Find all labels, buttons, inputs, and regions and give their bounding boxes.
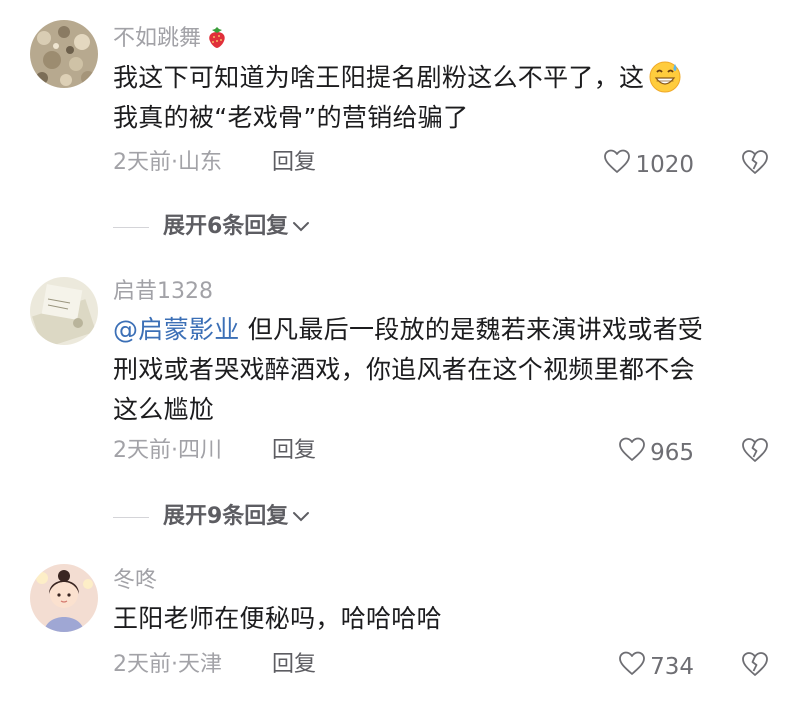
like-count: 965 [650,440,694,466]
dislike-button[interactable] [740,436,770,466]
expand-label: 展开9条回复 [163,504,289,529]
comment-date-location: 2天前·四川 [113,438,222,463]
like-button[interactable]: 734 [618,650,694,684]
like-count: 1020 [635,152,694,178]
broken-heart-icon [742,652,768,676]
comment-text: @启蒙影业 但凡最后一段放的是魏若来演讲戏或者受 刑戏或者哭戏醉酒戏，你追风者在… [113,315,704,424]
reply-button[interactable]: 回复 [272,436,316,466]
comment-date-location: 2天前·天津 [113,652,222,677]
heart-outline-icon [618,650,646,684]
reply-button[interactable]: 回复 [272,148,316,178]
like-button[interactable]: 1020 [603,148,694,182]
comment-text: 王阳老师在便秘吗，哈哈哈哈 [113,604,442,633]
expand-label: 展开6条回复 [163,214,289,239]
username[interactable]: 冬咚 [113,566,157,596]
divider-line [113,226,149,228]
like-button[interactable]: 965 [618,436,694,470]
grinning-sweat-emoji [648,60,682,94]
username[interactable]: 不如跳舞 [113,24,229,54]
chevron-down-icon [293,222,310,232]
like-count: 734 [650,654,694,680]
strawberry-icon [205,25,229,49]
expand-replies-button[interactable]: 展开6条回复 [113,212,310,242]
heart-outline-icon [618,436,646,470]
reply-button[interactable]: 回复 [272,650,316,680]
dislike-button[interactable] [740,148,770,178]
heart-outline-icon [603,148,631,182]
divider-line [113,516,149,518]
username[interactable]: 启昔1328 [113,277,213,307]
comment-text: 我这下可知道为啥王阳提名剧粉这么不平了，这 我真的被“老戏骨”的营销给骗了 [113,58,763,138]
expand-replies-button[interactable]: 展开9条回复 [113,502,310,532]
avatar[interactable] [30,20,98,88]
avatar[interactable] [30,277,98,345]
avatar[interactable] [30,564,98,632]
broken-heart-icon [742,150,768,174]
comment-date-location: 2天前·山东 [113,150,222,175]
chevron-down-icon [293,512,310,522]
broken-heart-icon [742,438,768,462]
dislike-button[interactable] [740,650,770,680]
mention-link[interactable]: @启蒙影业 [113,315,240,344]
